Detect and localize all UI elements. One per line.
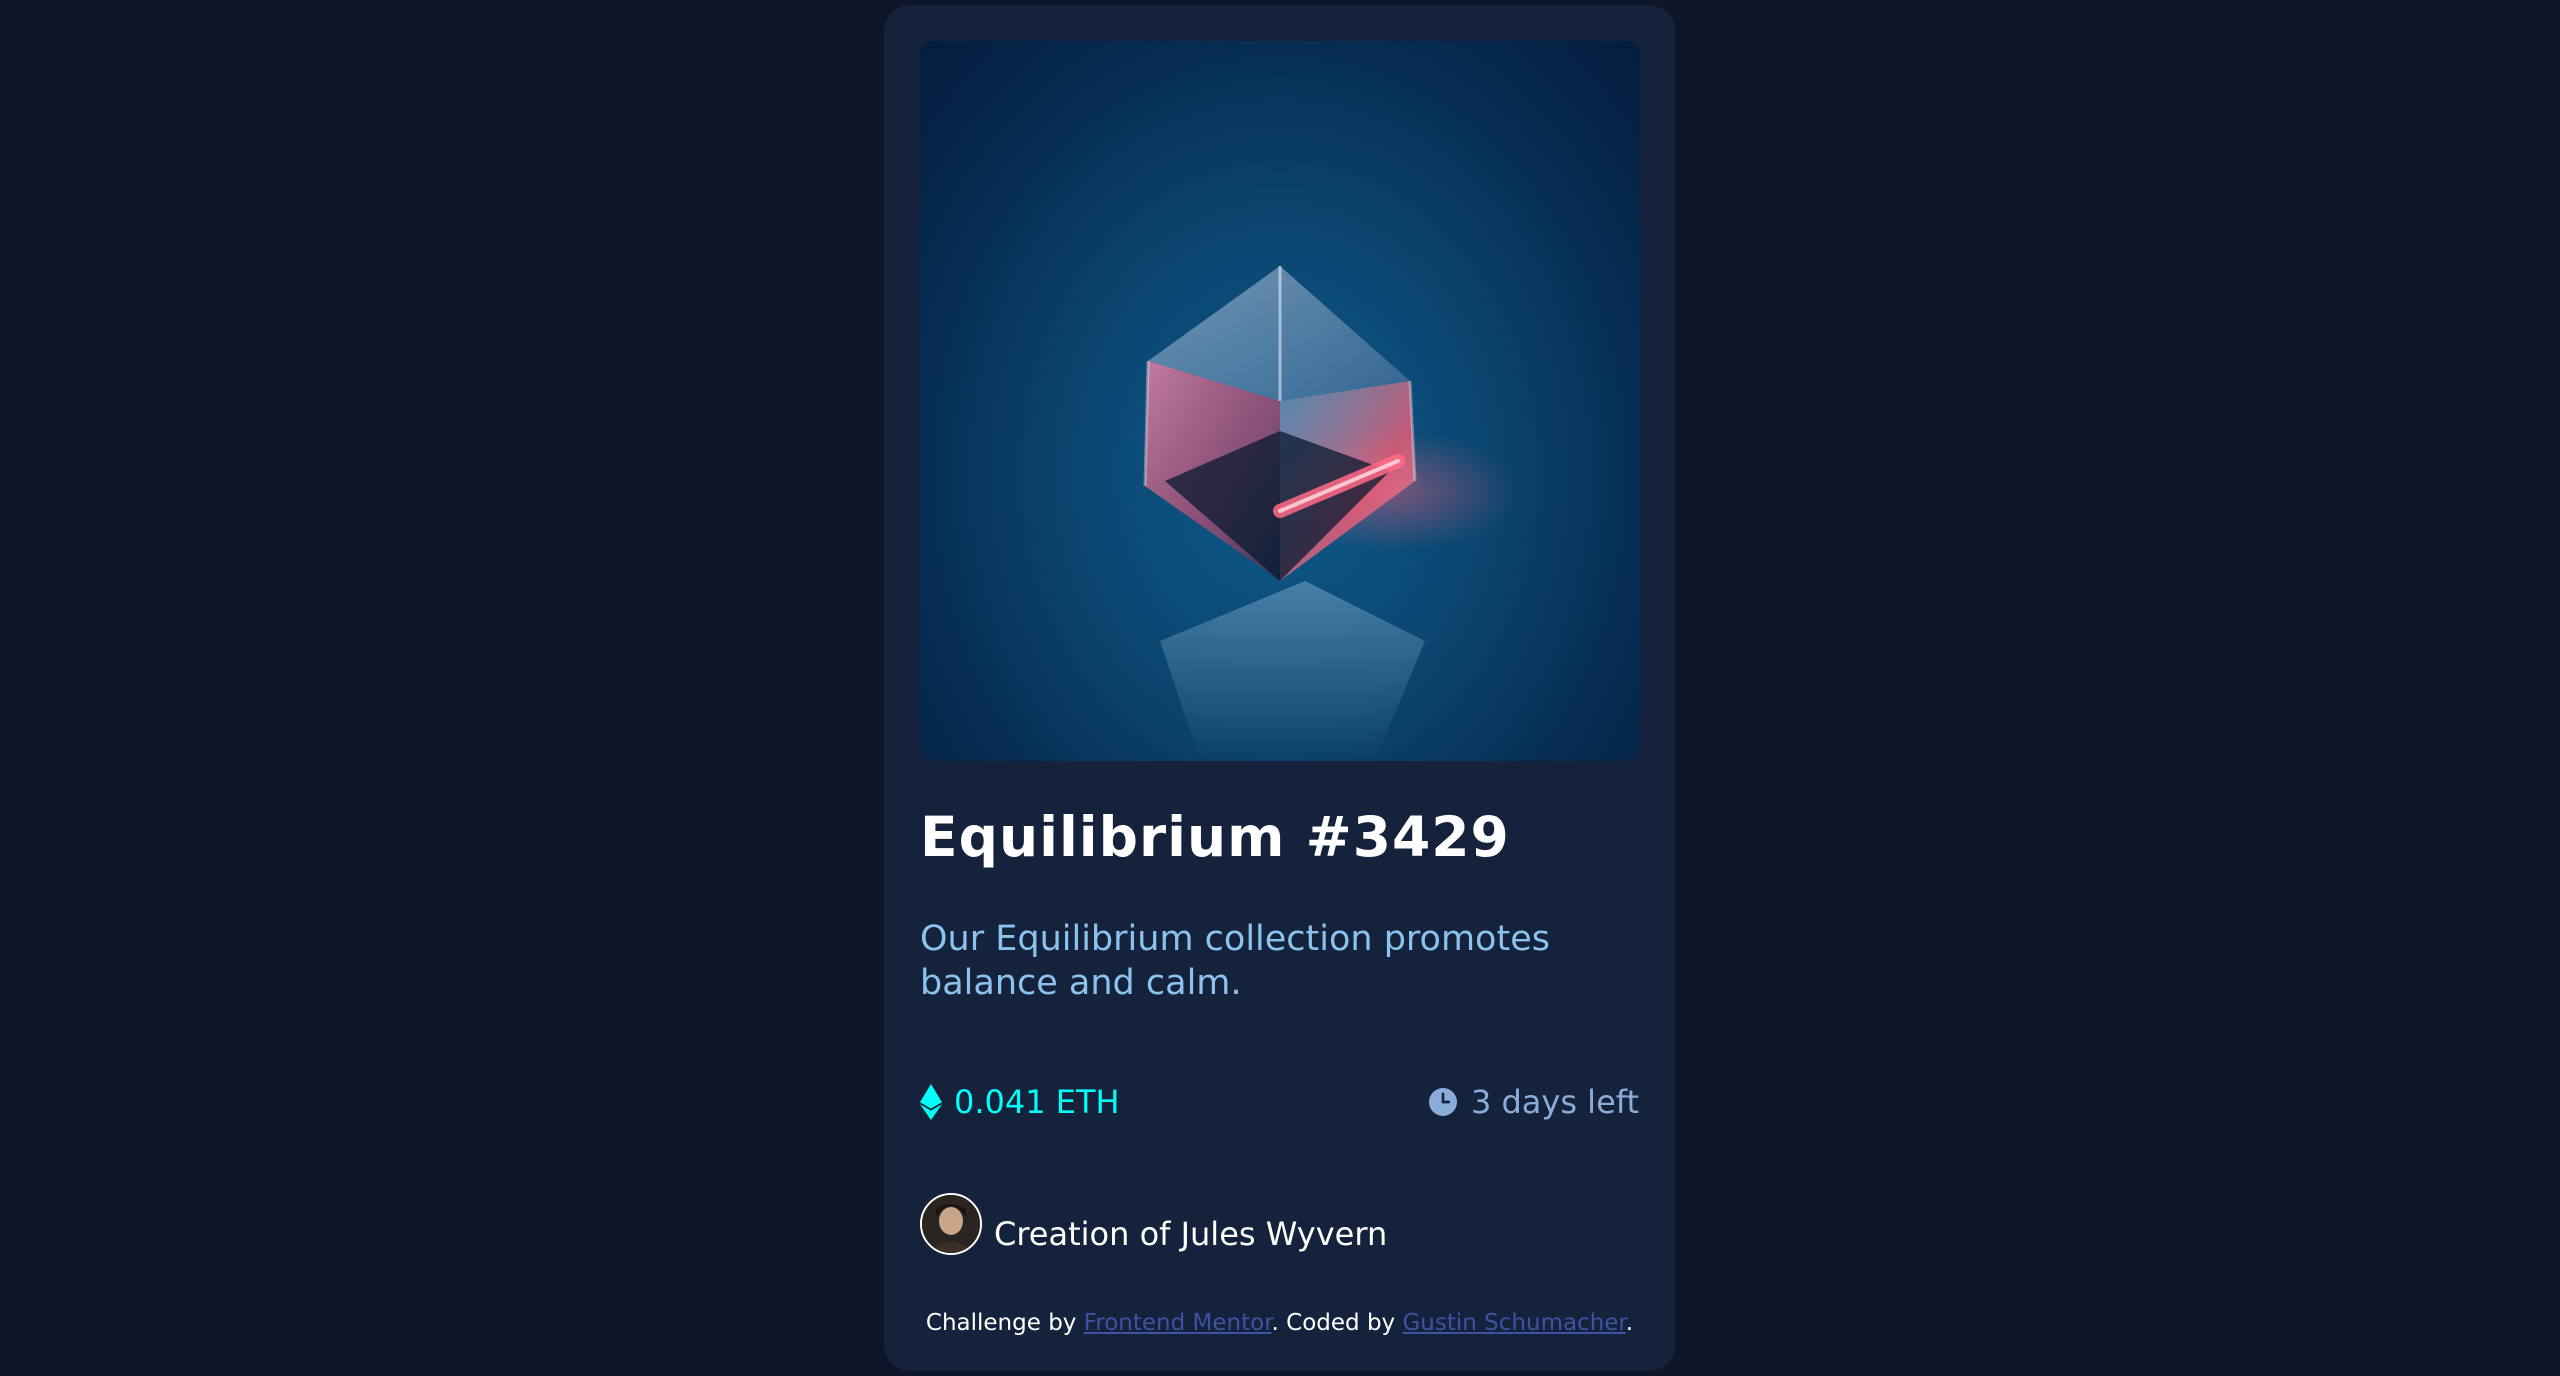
frontend-mentor-link[interactable]: Frontend Mentor [1084, 1310, 1272, 1336]
nft-price: 0.041 ETH [920, 1083, 1120, 1121]
attribution-prefix: Challenge by [925, 1310, 1084, 1336]
clock-icon [1428, 1088, 1457, 1116]
price-value: 0.041 ETH [954, 1083, 1120, 1121]
time-left-value: 3 days left [1470, 1083, 1639, 1121]
creator-avatar [920, 1193, 982, 1255]
attribution-middle: . Coded by [1271, 1310, 1403, 1336]
creator-row: Creation of Jules Wyvern [920, 1193, 1387, 1255]
ethereum-icon [920, 1084, 942, 1120]
attribution: Challenge by Frontend Mentor. Coded by G… [884, 1310, 1675, 1336]
avatar-image [922, 1195, 980, 1253]
nft-image[interactable] [920, 41, 1640, 761]
nft-description: Our Equilibrium collection promotes bala… [920, 919, 1550, 1003]
attribution-suffix: . [1625, 1310, 1634, 1336]
nft-card: Equilibrium #3429 Our Equilibrium collec… [884, 5, 1675, 1371]
nft-title[interactable]: Equilibrium #3429 [920, 805, 1510, 869]
equilibrium-cube-image [1143, 266, 1520, 761]
author-link[interactable]: Gustin Schumacher [1402, 1310, 1625, 1336]
nft-time-left: 3 days left [1428, 1083, 1639, 1121]
creator-name[interactable]: Jules Wyvern [1181, 1215, 1388, 1253]
creator-prefix: Creation of [994, 1215, 1181, 1253]
